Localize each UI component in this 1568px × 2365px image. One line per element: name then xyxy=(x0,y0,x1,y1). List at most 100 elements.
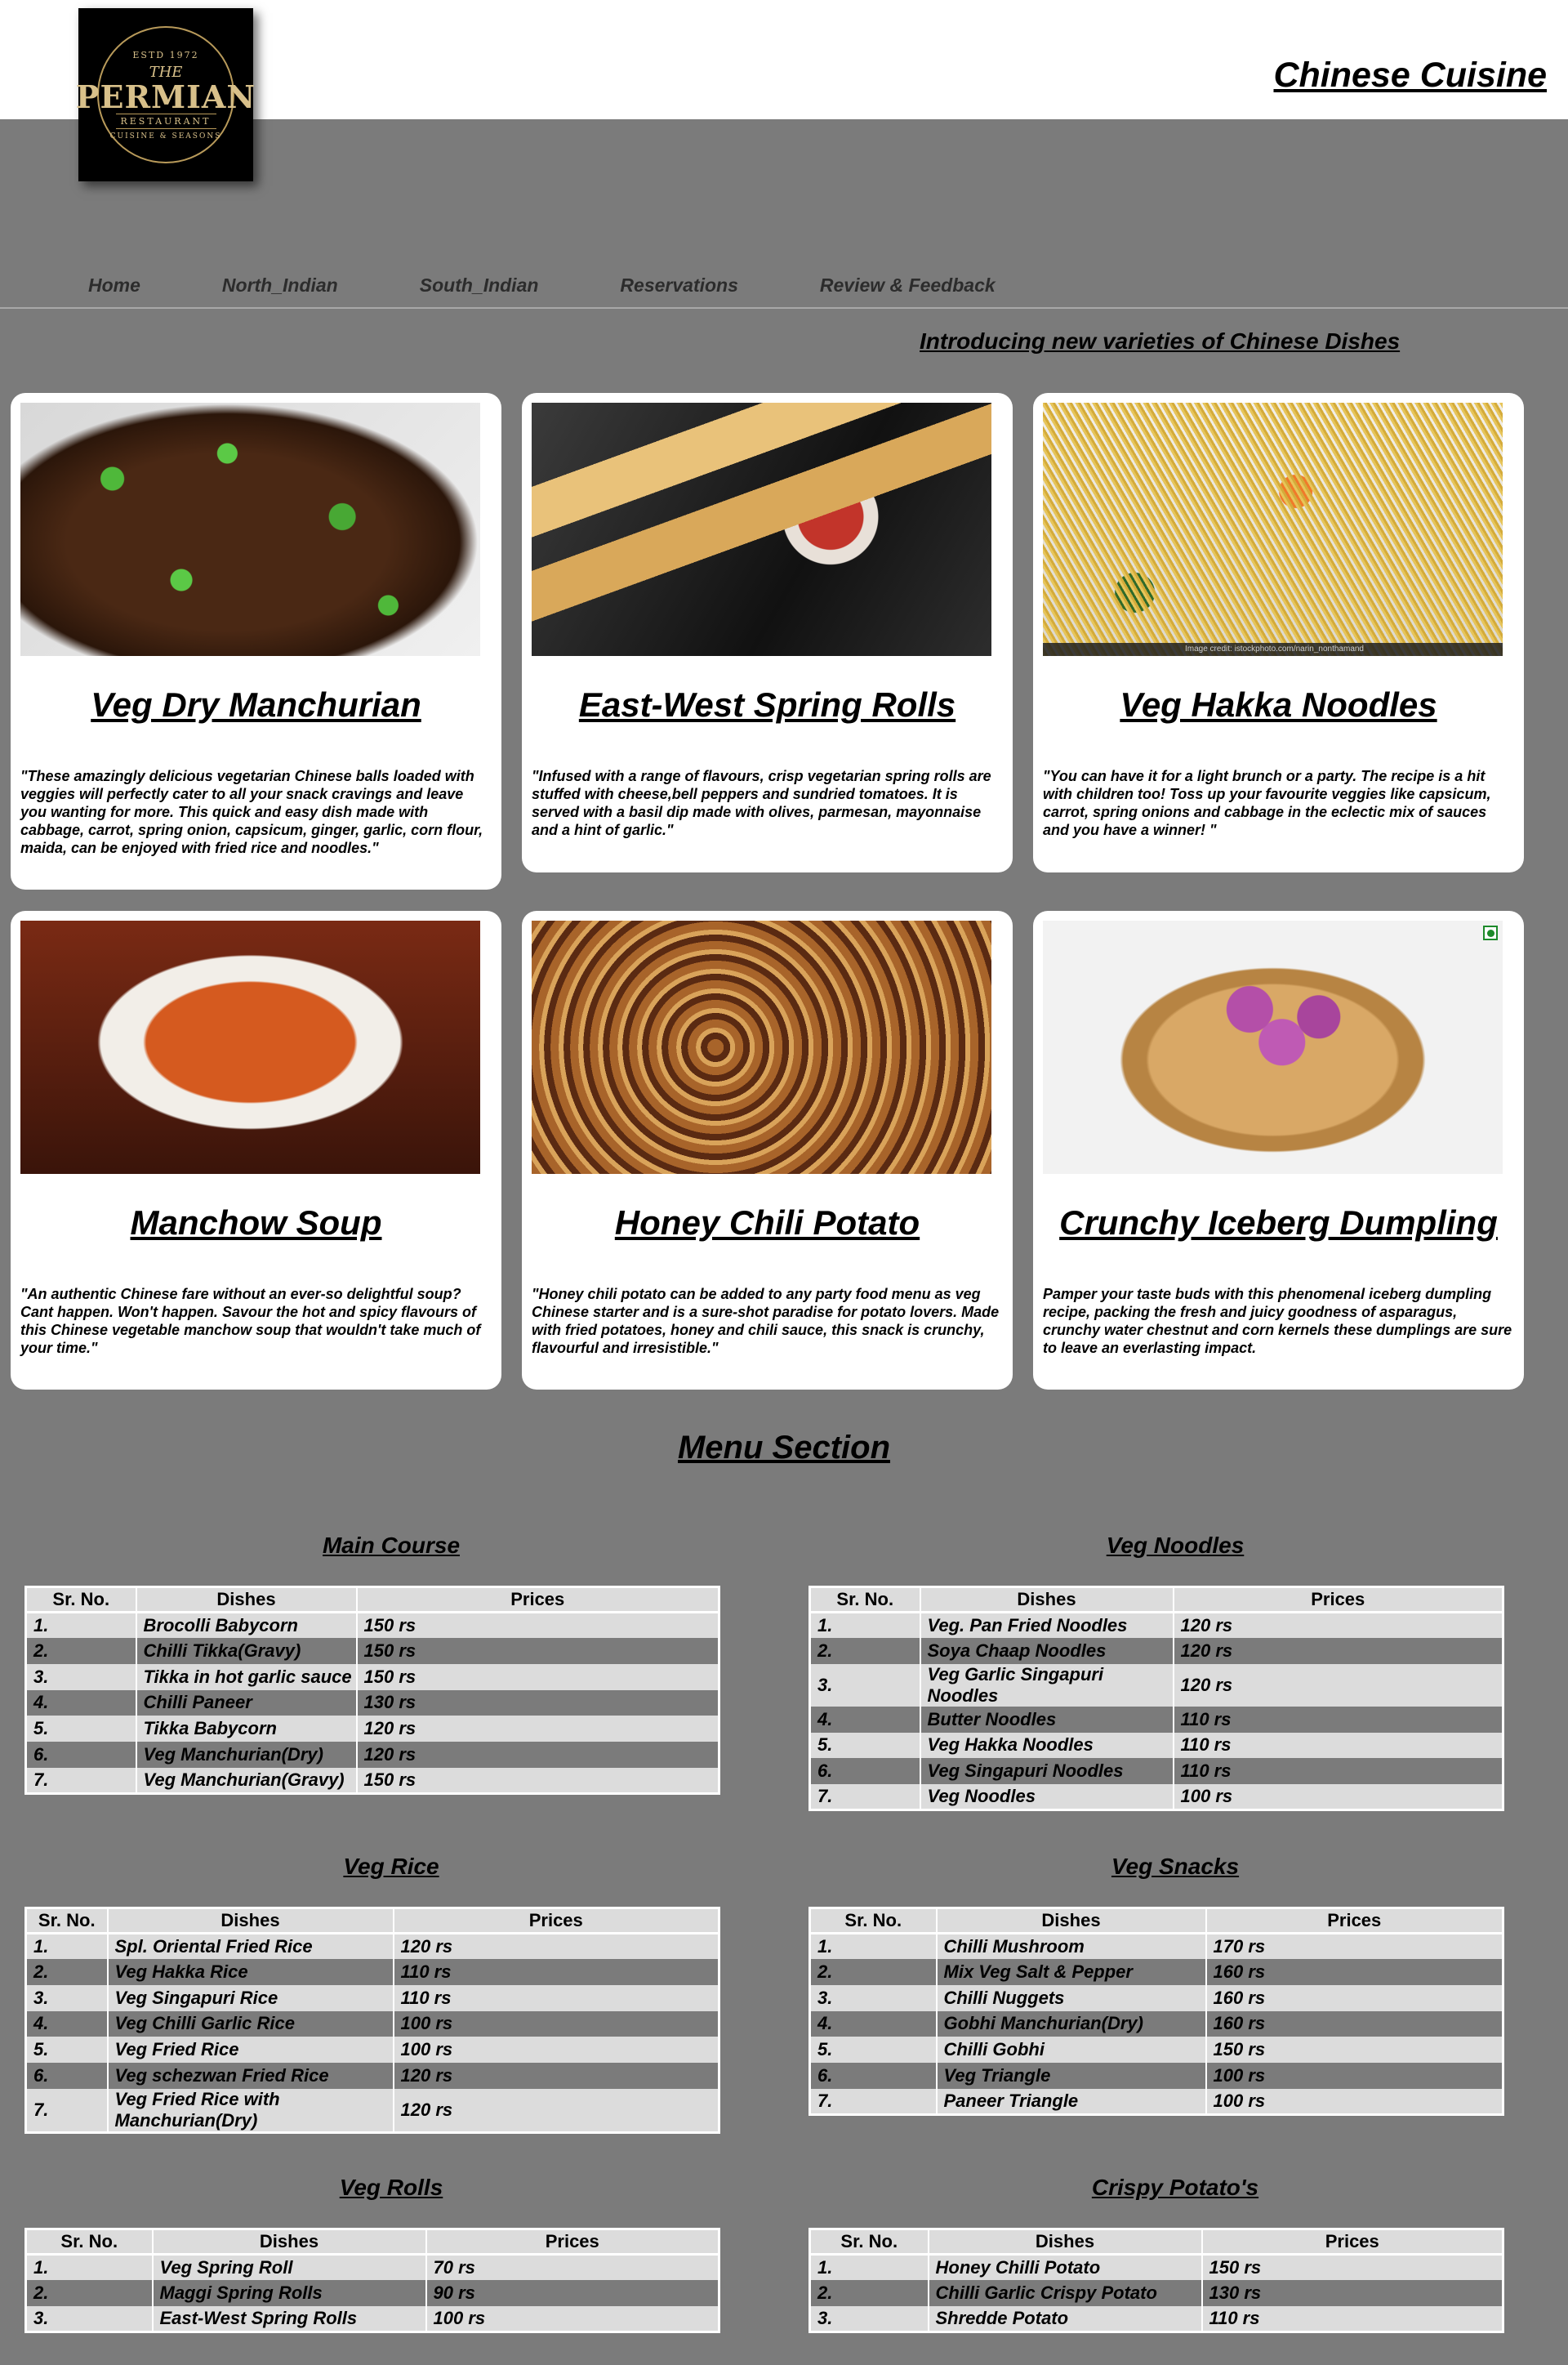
nav-north-indian-link[interactable]: North_Indian xyxy=(222,274,338,297)
intro-heading[interactable]: Introducing new varieties of Chinese Dis… xyxy=(920,328,1400,355)
sr-no-cell: 7. xyxy=(24,2088,108,2133)
dish-photo xyxy=(532,921,991,1174)
dish-title[interactable]: Manchow Soup xyxy=(20,1203,492,1252)
dish-title[interactable]: Veg Dry Manchurian xyxy=(20,685,492,734)
logo-est-text: ESTD 1972 xyxy=(132,49,199,60)
dish-name-cell: Honey Chilli Potato xyxy=(927,2254,1202,2281)
price-cell: 110 rs xyxy=(1200,2305,1503,2332)
dish-description: "Honey chili potato can be added to any … xyxy=(532,1286,1000,1356)
dishes-header: Dishes xyxy=(927,2228,1203,2256)
table-row: 5. Veg Fried Rice 100 rs xyxy=(24,2037,719,2063)
dishes-header: Dishes xyxy=(106,1907,394,1934)
sr-no-cell: 6. xyxy=(808,1758,920,1784)
price-cell: 120 rs xyxy=(1172,1612,1503,1639)
prices-header: Prices xyxy=(1172,1586,1504,1613)
table-row: 4. Gobhi Manchurian(Dry) 160 rs xyxy=(808,2010,1503,2037)
table-row: 2. Mix Veg Salt & Pepper 160 rs xyxy=(808,1959,1503,1985)
sr-no-header: Sr. No. xyxy=(808,2228,929,2256)
table-row: 2. Soya Chaap Noodles 120 rs xyxy=(808,1638,1503,1664)
price-cell: 110 rs xyxy=(392,1959,719,1985)
sr-no-cell: 7. xyxy=(808,1783,920,1810)
dish-description: "These amazingly delicious vegetarian Ch… xyxy=(20,768,483,856)
table-row: 7. Veg Manchurian(Gravy) 150 rs xyxy=(24,1767,719,1794)
image-credit: Image credit: istockphoto.com/narin_nont… xyxy=(1043,643,1503,656)
menu-section-title: Menu Section xyxy=(677,1430,891,1466)
dishes-header: Dishes xyxy=(935,1907,1207,1934)
sr-no-cell: 2. xyxy=(24,2280,153,2306)
dish-title[interactable]: Crunchy Iceberg Dumpling xyxy=(1043,1203,1514,1252)
dish-name-cell: Veg Singapuri Noodles xyxy=(919,1758,1174,1784)
table-row: 1. Spl. Oriental Fried Rice 120 rs xyxy=(24,1933,719,1960)
table-row: 2. Chilli Garlic Crispy Potato 130 rs xyxy=(808,2280,1503,2306)
dishes-header: Dishes xyxy=(151,2228,427,2256)
table-row: 6. Veg Triangle 100 rs xyxy=(808,2062,1503,2089)
price-cell: 120 rs xyxy=(355,1716,719,1742)
nav-south-indian-link[interactable]: South_Indian xyxy=(420,274,539,297)
table-row: 2. Chilli Tikka(Gravy) 150 rs xyxy=(24,1638,719,1664)
dish-name-cell: Veg Singapuri Rice xyxy=(106,1984,394,2011)
sr-no-cell: 6. xyxy=(808,2062,937,2089)
prices-header: Prices xyxy=(1200,2228,1504,2256)
price-cell: 110 rs xyxy=(1172,1706,1503,1733)
dish-name-cell: Shredde Potato xyxy=(927,2305,1202,2332)
dish-title[interactable]: East-West Spring Rolls xyxy=(532,685,1003,734)
sr-no-cell: 5. xyxy=(24,1716,136,1742)
sr-no-cell: 4. xyxy=(808,1706,920,1733)
nav-home-link[interactable]: Home xyxy=(88,274,140,297)
dish-name-cell: Veg. Pan Fried Noodles xyxy=(919,1612,1174,1639)
nav-review-feedback-link[interactable]: Review & Feedback xyxy=(820,274,996,297)
dish-name-cell: Chilli Tikka(Gravy) xyxy=(135,1638,357,1664)
dish-title[interactable]: Honey Chili Potato xyxy=(532,1203,1003,1252)
price-cell: 170 rs xyxy=(1205,1933,1503,1960)
prices-header: Prices xyxy=(355,1586,720,1613)
table-row: 1. Veg Spring Roll 70 rs xyxy=(24,2254,719,2281)
dishes-header: Dishes xyxy=(135,1586,358,1613)
table-row: 7. Veg Fried Rice with Manchurian(Dry) 120… xyxy=(24,2088,719,2133)
table-header-row: Sr. No. Dishes Prices xyxy=(24,2228,720,2256)
dish-name-cell: Veg Chilli Garlic Rice xyxy=(106,2010,394,2037)
dish-name-cell: Soya Chaap Noodles xyxy=(919,1638,1174,1664)
sr-no-cell: 2. xyxy=(808,1959,937,1985)
sr-no-cell: 3. xyxy=(24,1663,136,1690)
price-cell: 100 rs xyxy=(425,2305,719,2332)
restaurant-logo[interactable]: ESTD 1972 THE PERMIAN RESTAURANT CUISINE… xyxy=(75,8,256,181)
table-row: 3. Chilli Nuggets 160 rs xyxy=(808,1984,1503,2011)
price-cell: 120 rs xyxy=(392,1933,719,1960)
table-row: 6. Veg schezwan Fried Rice 120 rs xyxy=(24,2062,719,2089)
sr-no-header: Sr. No. xyxy=(24,1907,109,1934)
dish-description: "An authentic Chinese fare without an ev… xyxy=(20,1286,481,1356)
table-row: 3. Tikka in hot garlic sauce 150 rs xyxy=(24,1663,719,1690)
dish-photo xyxy=(532,403,991,656)
sr-no-header: Sr. No. xyxy=(808,1907,938,1934)
sr-no-cell: 4. xyxy=(24,2010,108,2037)
dish-name-cell: Chilli Gobhi xyxy=(935,2037,1206,2063)
table-header-row: Sr. No. Dishes Prices xyxy=(24,1907,720,1934)
sr-no-cell: 3. xyxy=(808,2305,929,2332)
dish-title[interactable]: Veg Hakka Noodles xyxy=(1043,685,1514,734)
sr-no-cell: 7. xyxy=(808,2088,937,2115)
sr-no-cell: 6. xyxy=(24,2062,108,2089)
sr-no-header: Sr. No. xyxy=(808,1586,921,1613)
sr-no-cell: 2. xyxy=(24,1959,108,1985)
section-title-veg-rice: Veg Rice xyxy=(343,1854,439,1879)
table-row: 1. Honey Chilli Potato 150 rs xyxy=(808,2254,1503,2281)
price-cell: 100 rs xyxy=(1172,1783,1503,1810)
dish-name-cell: Tikka in hot garlic sauce xyxy=(135,1663,357,1690)
prices-header: Prices xyxy=(392,1907,720,1934)
table-row: 4. Chilli Paneer 130 rs xyxy=(24,1689,719,1716)
dish-name-cell: Veg Manchurian(Dry) xyxy=(135,1741,357,1768)
table-row: 5. Tikka Babycorn 120 rs xyxy=(24,1716,719,1742)
prices-header: Prices xyxy=(425,2228,720,2256)
nav-reservations-link[interactable]: Reservations xyxy=(620,274,737,297)
sr-no-cell: 3. xyxy=(24,1984,108,2011)
dish-name-cell: Veg Noodles xyxy=(919,1783,1174,1810)
price-cell: 150 rs xyxy=(355,1612,719,1639)
logo-name-text: PERMIAN xyxy=(75,78,256,115)
dish-name-cell: East-West Spring Rolls xyxy=(151,2305,426,2332)
dish-name-cell: Tikka Babycorn xyxy=(135,1716,357,1742)
price-cell: 160 rs xyxy=(1205,2010,1503,2037)
price-cell: 100 rs xyxy=(1205,2088,1503,2115)
sr-no-cell: 4. xyxy=(808,2010,937,2037)
veg-mark-icon xyxy=(1483,926,1498,940)
table-row: 2. Maggi Spring Rolls 90 rs xyxy=(24,2280,719,2306)
